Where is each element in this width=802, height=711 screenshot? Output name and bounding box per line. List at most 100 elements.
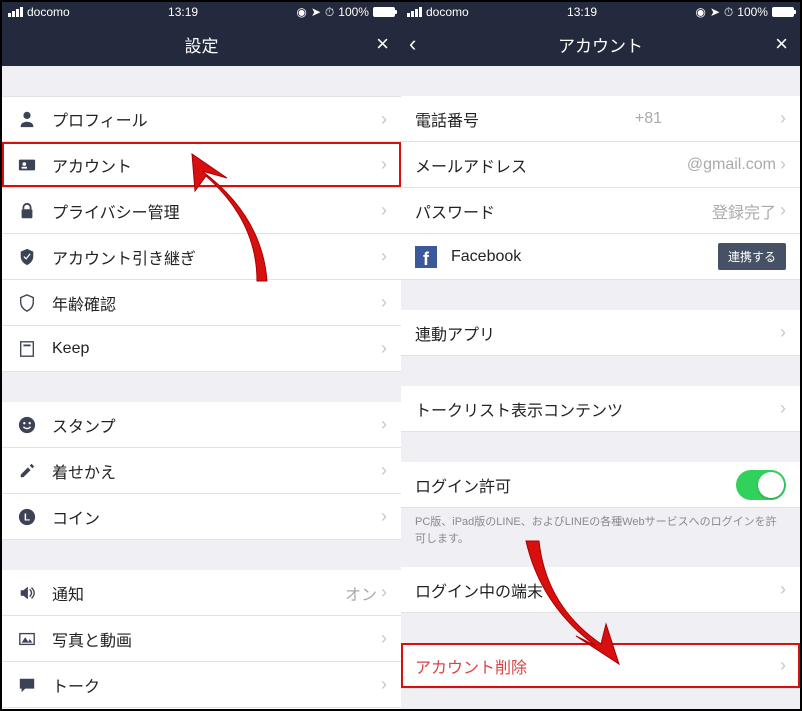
settings-row-keep[interactable]: Keep› (2, 326, 401, 372)
row-label: 着せかえ (52, 459, 381, 483)
talk-list-row[interactable]: トークリスト表示コンテンツ › (401, 386, 800, 432)
chevron-right-icon: › (381, 200, 387, 221)
coin-icon: L (16, 506, 38, 528)
settings-row-phone[interactable]: 通話› (2, 708, 401, 709)
nav-bar: 設定 × (2, 22, 401, 66)
alarm-icon: ⏱ (325, 5, 334, 20)
chevron-right-icon: › (780, 322, 786, 343)
lock-icon (16, 200, 38, 222)
facebook-label: Facebook (451, 248, 718, 266)
settings-row-photo[interactable]: 写真と動画› (2, 616, 401, 662)
row-label: プライバシー管理 (52, 199, 381, 223)
logged-in-label: ログイン中の端末 (415, 578, 780, 602)
row-label: Keep (52, 340, 381, 358)
chevron-right-icon: › (381, 292, 387, 313)
phone-value: +81 (635, 110, 662, 128)
row-label: トーク (52, 673, 381, 697)
carrier-label: docomo (426, 5, 469, 19)
delete-account-row[interactable]: アカウント削除 › (401, 643, 800, 689)
shield-icon (16, 246, 38, 268)
settings-row-person[interactable]: プロフィール› (2, 96, 401, 142)
row-label: スタンプ (52, 413, 381, 437)
settings-row-chat[interactable]: トーク› (2, 662, 401, 708)
facebook-icon: f (415, 246, 437, 268)
chevron-right-icon: › (381, 582, 387, 603)
page-title: アカウント (558, 32, 643, 57)
chevron-right-icon: › (780, 579, 786, 600)
account-screen: docomo 13:19 ◉ ➤ ⏱ 100% ‹ アカウント × 電話番号 +… (401, 2, 800, 709)
password-label: パスワード (415, 199, 712, 223)
location-icon: ◉ (296, 5, 306, 19)
close-icon[interactable]: × (775, 31, 788, 57)
facebook-link-button[interactable]: 連携する (718, 243, 786, 270)
chevron-right-icon: › (381, 460, 387, 481)
svg-text:L: L (24, 512, 30, 523)
chevron-right-icon: › (381, 674, 387, 695)
settings-screen: docomo 13:19 ◉ ➤ ⏱ 100% 設定 × プロフィール›アカウン… (2, 2, 401, 709)
close-icon[interactable]: × (376, 31, 389, 57)
linked-apps-row[interactable]: 連動アプリ › (401, 310, 800, 356)
logged-in-devices-row[interactable]: ログイン中の端末 › (401, 567, 800, 613)
row-label: 年齢確認 (52, 291, 381, 315)
photo-icon (16, 628, 38, 650)
back-icon[interactable]: ‹ (409, 31, 416, 57)
settings-row-shield[interactable]: アカウント引き継ぎ› (2, 234, 401, 280)
settings-row-id[interactable]: アカウント› (2, 142, 401, 188)
login-allow-row[interactable]: ログイン許可 (401, 462, 800, 508)
login-allow-toggle[interactable] (736, 470, 786, 500)
chevron-right-icon: › (381, 506, 387, 527)
carrier-label: docomo (27, 5, 70, 19)
location-icon: ◉ (695, 5, 705, 19)
smile-icon (16, 414, 38, 436)
settings-row-coin[interactable]: Lコイン› (2, 494, 401, 540)
chevron-right-icon: › (780, 108, 786, 129)
sound-icon (16, 582, 38, 604)
chevron-right-icon: › (780, 398, 786, 419)
row-label: 写真と動画 (52, 627, 381, 651)
badge-icon (16, 292, 38, 314)
email-row[interactable]: メールアドレス @gmail.com › (401, 142, 800, 188)
phone-row[interactable]: 電話番号 +81 › (401, 96, 800, 142)
signal-icon (407, 7, 422, 17)
page-title: 設定 (185, 32, 219, 57)
person-icon (16, 108, 38, 130)
password-value: 登録完了 (712, 199, 776, 223)
email-value: @gmail.com (687, 156, 776, 174)
email-label: メールアドレス (415, 153, 635, 177)
chevron-right-icon: › (381, 154, 387, 175)
password-row[interactable]: パスワード 登録完了 › (401, 188, 800, 234)
chevron-right-icon: › (780, 655, 786, 676)
nav-bar: ‹ アカウント × (401, 22, 800, 66)
row-value: オン (345, 581, 377, 605)
settings-row-lock[interactable]: プライバシー管理› (2, 188, 401, 234)
settings-row-smile[interactable]: スタンプ› (2, 402, 401, 448)
chevron-right-icon: › (381, 628, 387, 649)
row-label: アカウント引き継ぎ (52, 245, 381, 269)
settings-row-badge[interactable]: 年齢確認› (2, 280, 401, 326)
chevron-right-icon: › (780, 200, 786, 221)
chevron-right-icon: › (381, 246, 387, 267)
clock: 13:19 (567, 5, 597, 19)
status-bar: docomo 13:19 ◉ ➤ ⏱ 100% (2, 2, 401, 22)
row-label: 通知 (52, 581, 345, 605)
login-allow-label: ログイン許可 (415, 473, 736, 497)
chevron-right-icon: › (381, 414, 387, 435)
keep-icon (16, 338, 38, 360)
battery-pct: 100% (737, 5, 768, 19)
row-label: プロフィール (52, 107, 381, 131)
talk-list-label: トークリスト表示コンテンツ (415, 397, 780, 421)
settings-list: プロフィール›アカウント›プライバシー管理›アカウント引き継ぎ›年齢確認›Kee… (2, 66, 401, 709)
chevron-right-icon: › (780, 154, 786, 175)
signal-icon (8, 7, 23, 17)
delete-account-label: アカウント削除 (415, 654, 780, 678)
chevron-right-icon: › (381, 109, 387, 130)
phone-label: 電話番号 (415, 107, 635, 131)
id-icon (16, 154, 38, 176)
settings-row-sound[interactable]: 通知オン› (2, 570, 401, 616)
login-allow-desc: PC版、iPad版のLINE、およびLINEの各種Webサービスへのログインを許… (401, 508, 800, 559)
nav-icon: ➤ (710, 5, 720, 19)
facebook-row[interactable]: f Facebook 連携する (401, 234, 800, 280)
settings-row-brush[interactable]: 着せかえ› (2, 448, 401, 494)
chevron-right-icon: › (381, 338, 387, 359)
chat-icon (16, 674, 38, 696)
